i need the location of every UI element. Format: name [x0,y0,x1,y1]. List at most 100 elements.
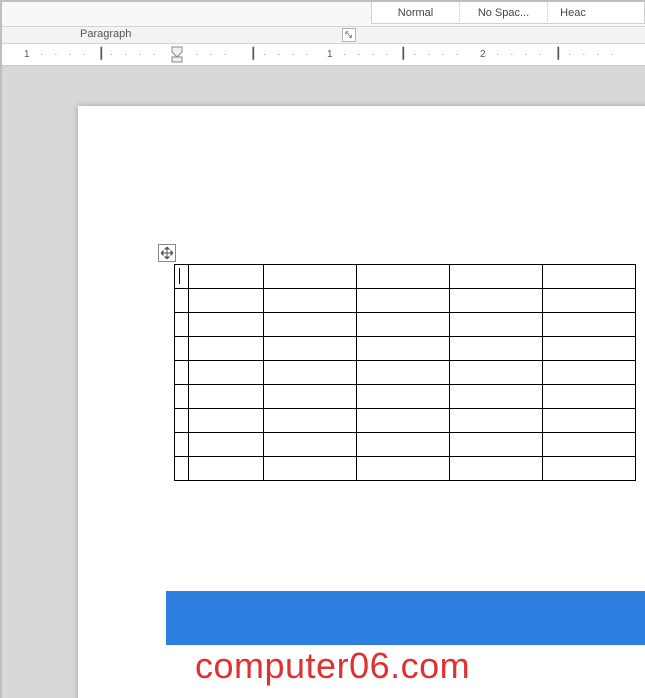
table-cell[interactable] [450,433,543,457]
table-cell[interactable] [357,337,450,361]
table-cell[interactable] [357,289,450,313]
table-cell[interactable] [189,361,264,385]
table-cell[interactable] [175,385,189,409]
ruler-tab-stop-2[interactable]: ┃ [250,47,257,60]
table-cell[interactable] [264,361,357,385]
table-cell[interactable] [175,433,189,457]
table-cell[interactable] [264,457,357,481]
table-cell[interactable] [175,289,189,313]
table-row[interactable] [175,265,636,289]
table-cell[interactable] [189,409,264,433]
table-cell[interactable] [357,265,450,289]
ruler-tab-stop-4[interactable]: ┃ [555,47,562,60]
table-cell[interactable] [189,433,264,457]
table-cell[interactable] [543,265,636,289]
table-cell[interactable] [175,457,189,481]
table-cell[interactable] [357,313,450,337]
ruler-ticks: · · · · [263,49,313,60]
table-cell[interactable] [543,385,636,409]
table-body [175,265,636,481]
ruler-tab-stop-3[interactable]: ┃ [400,47,407,60]
table-cell[interactable] [357,385,450,409]
table-cell[interactable] [189,385,264,409]
table-cell[interactable] [264,265,357,289]
paragraph-group-label: Paragraph [80,28,131,40]
table-cell[interactable] [450,313,543,337]
document-canvas[interactable]: computer06.com [0,66,645,698]
table-cell[interactable] [450,265,543,289]
table-cell[interactable] [264,433,357,457]
table-row[interactable] [175,409,636,433]
table-cell[interactable] [543,433,636,457]
ruler-mark-2: 2 [480,49,486,60]
ruler-ticks: · · · [195,49,231,60]
style-no-spacing-label: No Spac... [478,7,529,19]
watermark-text: computer06.com [195,645,470,687]
table-cell[interactable] [264,385,357,409]
word-window: Normal No Spac... Heac Paragraph 1 · · ·… [0,0,645,698]
table-row[interactable] [175,289,636,313]
ruler-track: 1 · · · · ┃ · · · · · · · ┃ · · · · 1 · … [20,44,645,65]
dialog-launcher-icon [345,31,353,39]
table-cell[interactable] [264,313,357,337]
table-cell[interactable] [189,313,264,337]
table-row[interactable] [175,433,636,457]
table-cell[interactable] [357,409,450,433]
style-normal[interactable]: Normal [372,0,460,22]
ruler-mark-neg1: 1 [24,49,30,60]
first-line-indent-marker[interactable] [170,45,184,65]
table-cell[interactable] [450,409,543,433]
table-cell[interactable] [450,385,543,409]
table-cell[interactable] [543,409,636,433]
table-row[interactable] [175,385,636,409]
table-cell[interactable] [450,457,543,481]
table-cell[interactable] [175,313,189,337]
style-heading-label: Heac [560,7,586,19]
ruler-ticks: · · · · [496,49,546,60]
table-cell[interactable] [175,409,189,433]
ruler-ticks: · · · · [568,49,618,60]
table-move-handle[interactable] [158,244,176,262]
ribbon-group-labels: Paragraph [0,27,645,44]
selection-highlight [166,591,645,645]
table-row[interactable] [175,361,636,385]
move-icon [161,247,173,259]
table-cell[interactable] [189,265,264,289]
table-cell[interactable] [450,337,543,361]
table-cell[interactable] [543,337,636,361]
ruler-ticks: · · · · [40,49,90,60]
table-cell[interactable] [357,457,450,481]
style-heading[interactable]: Heac [548,0,598,22]
table-cell[interactable] [264,409,357,433]
table-cell[interactable] [175,361,189,385]
table-cell[interactable] [264,337,357,361]
table-row[interactable] [175,457,636,481]
ruler-ticks: · · · · [413,49,463,60]
table-cell[interactable] [357,433,450,457]
table-cell[interactable] [264,289,357,313]
paragraph-dialog-launcher[interactable] [342,28,356,42]
style-normal-label: Normal [398,7,433,19]
ribbon-area: Normal No Spac... Heac [0,0,645,27]
table-row[interactable] [175,313,636,337]
table-cell[interactable] [450,361,543,385]
table-cell[interactable] [189,337,264,361]
horizontal-ruler[interactable]: 1 · · · · ┃ · · · · · · · ┃ · · · · 1 · … [0,44,645,66]
table-cell[interactable] [543,313,636,337]
table-cell[interactable] [543,457,636,481]
table-cell[interactable] [450,289,543,313]
style-no-spacing[interactable]: No Spac... [460,0,548,22]
table-cell[interactable] [189,457,264,481]
document-table[interactable] [174,264,636,481]
text-cursor [179,268,180,284]
table-cell[interactable] [175,265,189,289]
ruler-tab-stop-1[interactable]: ┃ [98,47,105,60]
table-cell[interactable] [543,361,636,385]
style-gallery[interactable]: Normal No Spac... Heac [371,0,645,24]
table-cell[interactable] [543,289,636,313]
table-cell[interactable] [175,337,189,361]
table-cell[interactable] [357,361,450,385]
table-row[interactable] [175,337,636,361]
table-cell[interactable] [189,289,264,313]
ruler-ticks: · · · · [110,49,160,60]
